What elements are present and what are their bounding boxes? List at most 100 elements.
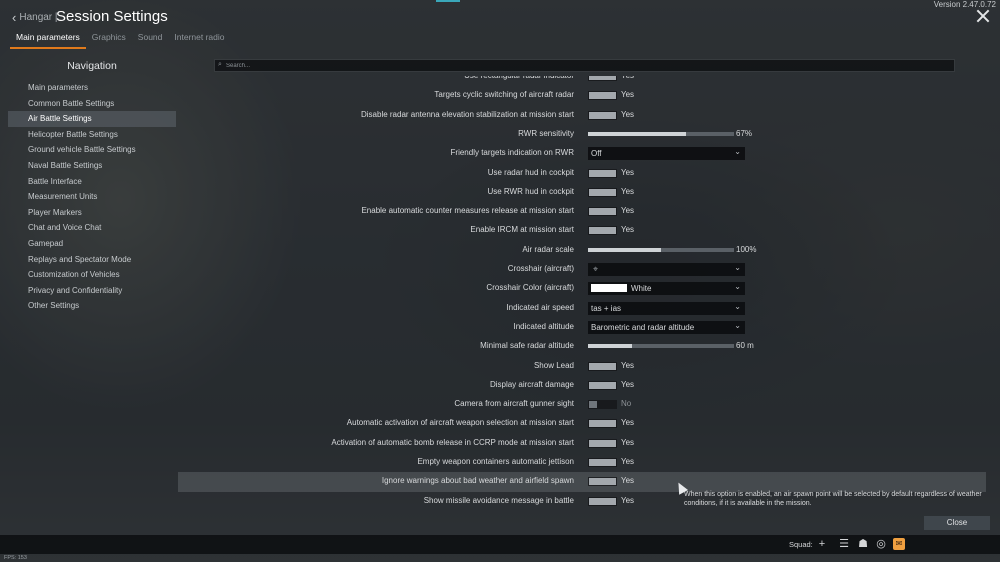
toggle-value: Yes	[621, 109, 635, 119]
setting-control: Yes	[588, 376, 986, 395]
nav-item-gamepad[interactable]: Gamepad	[8, 236, 176, 252]
nav-item-customization-of-vehicles[interactable]: Customization of Vehicles	[8, 267, 176, 283]
setting-dropdown[interactable]: White ⌄	[588, 282, 745, 296]
toggle-knob	[589, 478, 616, 486]
navigation-title: Navigation	[67, 60, 117, 72]
chat-icon[interactable]: ◎	[875, 538, 887, 550]
setting-toggle[interactable]	[588, 419, 617, 429]
nav-item-main-parameters[interactable]: Main parameters	[8, 80, 176, 96]
tab-graphics[interactable]: Graphics	[86, 31, 132, 49]
tab-sound[interactable]: Sound	[132, 31, 169, 49]
page-title: Session Settings	[56, 8, 168, 25]
setting-label: Display aircraft damage	[489, 379, 574, 389]
nav-item-measurement-units[interactable]: Measurement Units	[8, 189, 176, 205]
setting-label: Minimal safe radar altitude	[480, 341, 574, 351]
setting-slider[interactable]	[588, 247, 734, 252]
setting-label: Indicated air speed	[506, 302, 574, 312]
setting-control: Yes	[588, 164, 986, 183]
slider-fill	[588, 344, 632, 349]
nav-item-player-markers[interactable]: Player Markers	[8, 205, 176, 221]
setting-label: Show Lead	[533, 360, 574, 370]
setting-toggle[interactable]	[588, 187, 617, 197]
setting-dropdown[interactable]: tas + ias ⌄	[588, 301, 745, 315]
toggle-value: Yes	[621, 437, 635, 447]
toggle-knob	[589, 92, 616, 100]
top-bar: ‹ Hangar | Session Settings Version 2.47…	[0, 0, 1000, 50]
mail-icon[interactable]: ✉	[893, 538, 905, 550]
setting-label: Crosshair Color (aircraft)	[486, 283, 574, 293]
hangar-back-button[interactable]: ‹ Hangar |	[12, 10, 58, 25]
hangar-back-label: Hangar |	[19, 12, 58, 23]
setting-control: White ⌄	[588, 279, 986, 298]
setting-toggle[interactable]	[588, 91, 617, 101]
setting-toggle[interactable]	[588, 458, 617, 467]
setting-slider[interactable]	[588, 344, 734, 349]
toggle-knob	[589, 111, 616, 119]
setting-row: Air radar scale 100%	[178, 241, 986, 260]
setting-toggle[interactable]	[588, 361, 617, 371]
setting-toggle[interactable]	[588, 168, 617, 178]
plus-icon[interactable]: +	[816, 538, 828, 550]
setting-toggle[interactable]	[588, 207, 617, 217]
contacts-icon[interactable]: ☗	[857, 538, 869, 550]
close-icon[interactable]	[976, 9, 990, 23]
setting-control: Off ⌄	[588, 144, 986, 163]
setting-row: Enable automatic counter measures releas…	[178, 202, 986, 221]
setting-dropdown[interactable]: Barometric and radar altitude ⌄	[588, 320, 745, 334]
nav-item-ground-vehicle-battle-settings[interactable]: Ground vehicle Battle Settings	[8, 142, 176, 158]
setting-toggle[interactable]	[588, 496, 617, 506]
nav-item-common-battle-settings[interactable]: Common Battle Settings	[8, 96, 176, 112]
nav-item-replays-and-spectator-mode[interactable]: Replays and Spectator Mode	[8, 252, 176, 268]
setting-label: Use RWR hud in cockpit	[487, 186, 574, 196]
setting-toggle[interactable]	[588, 380, 617, 390]
setting-label: Enable automatic counter measures releas…	[361, 206, 574, 216]
toggle-value: Yes	[621, 225, 635, 235]
setting-row: Ignore warnings about bad weather and ai…	[178, 472, 986, 492]
toggle-value: Yes	[621, 457, 635, 466]
setting-toggle[interactable]	[588, 76, 617, 81]
toggle-knob	[589, 76, 616, 80]
setting-label: RWR sensitivity	[518, 128, 574, 138]
toggle-value: No	[621, 399, 632, 409]
nav-item-air-battle-settings[interactable]: Air Battle Settings	[8, 111, 176, 127]
setting-control: Barometric and radar altitude ⌄	[588, 318, 986, 337]
setting-label: Enable IRCM at mission start	[470, 225, 574, 235]
setting-toggle[interactable]	[588, 477, 617, 487]
list-icon[interactable]: ☰	[838, 538, 850, 550]
setting-toggle[interactable]	[588, 226, 617, 236]
dropdown-value: Barometric and radar altitude	[591, 322, 695, 332]
setting-row: Crosshair (aircraft) ⌖ ⌄	[178, 260, 986, 279]
search-input[interactable]	[226, 60, 946, 71]
toggle-value: Yes	[621, 360, 635, 370]
nav-item-other-settings[interactable]: Other Settings	[8, 298, 176, 314]
setting-label: Show missile avoidance message in battle	[423, 495, 574, 505]
close-button[interactable]: Close	[924, 516, 990, 530]
nav-item-battle-interface[interactable]: Battle Interface	[8, 174, 176, 190]
setting-label: Air radar scale	[522, 244, 574, 254]
setting-dropdown[interactable]: Off ⌄	[588, 147, 745, 161]
toggle-value: Yes	[621, 167, 635, 177]
setting-dropdown[interactable]: ⌖ ⌄	[588, 263, 745, 276]
nav-item-naval-battle-settings[interactable]: Naval Battle Settings	[8, 158, 176, 174]
setting-toggle[interactable]	[588, 400, 617, 410]
toggle-knob	[589, 169, 616, 177]
chevron-left-icon: ‹	[12, 10, 17, 25]
setting-toggle[interactable]	[588, 438, 617, 448]
setting-toggle[interactable]	[588, 110, 617, 120]
settings-tabs: Main parameters Graphics Sound Internet …	[10, 31, 230, 49]
dropdown-value: tas + ias	[591, 303, 622, 313]
nav-item-helicopter-battle-settings[interactable]: Helicopter Battle Settings	[8, 127, 176, 143]
tab-main-parameters[interactable]: Main parameters	[10, 31, 86, 49]
setting-row: Indicated altitude Barometric and radar a…	[178, 318, 986, 337]
nav-item-chat-and-voice-chat[interactable]: Chat and Voice Chat	[8, 220, 176, 236]
setting-control: Yes	[588, 414, 986, 433]
setting-control: Yes	[588, 434, 986, 453]
toggle-knob	[589, 227, 616, 235]
setting-row: Minimal safe radar altitude 60 m	[178, 337, 986, 356]
setting-slider[interactable]	[588, 131, 734, 136]
chevron-down-icon: ⌄	[734, 282, 741, 292]
tab-internet-radio[interactable]: Internet radio	[168, 31, 230, 49]
setting-tooltip: When this option is enabled, an air spaw…	[684, 491, 982, 507]
nav-item-privacy-and-confidentiality[interactable]: Privacy and Confidentiality	[8, 283, 176, 299]
setting-control: Yes	[588, 453, 986, 472]
